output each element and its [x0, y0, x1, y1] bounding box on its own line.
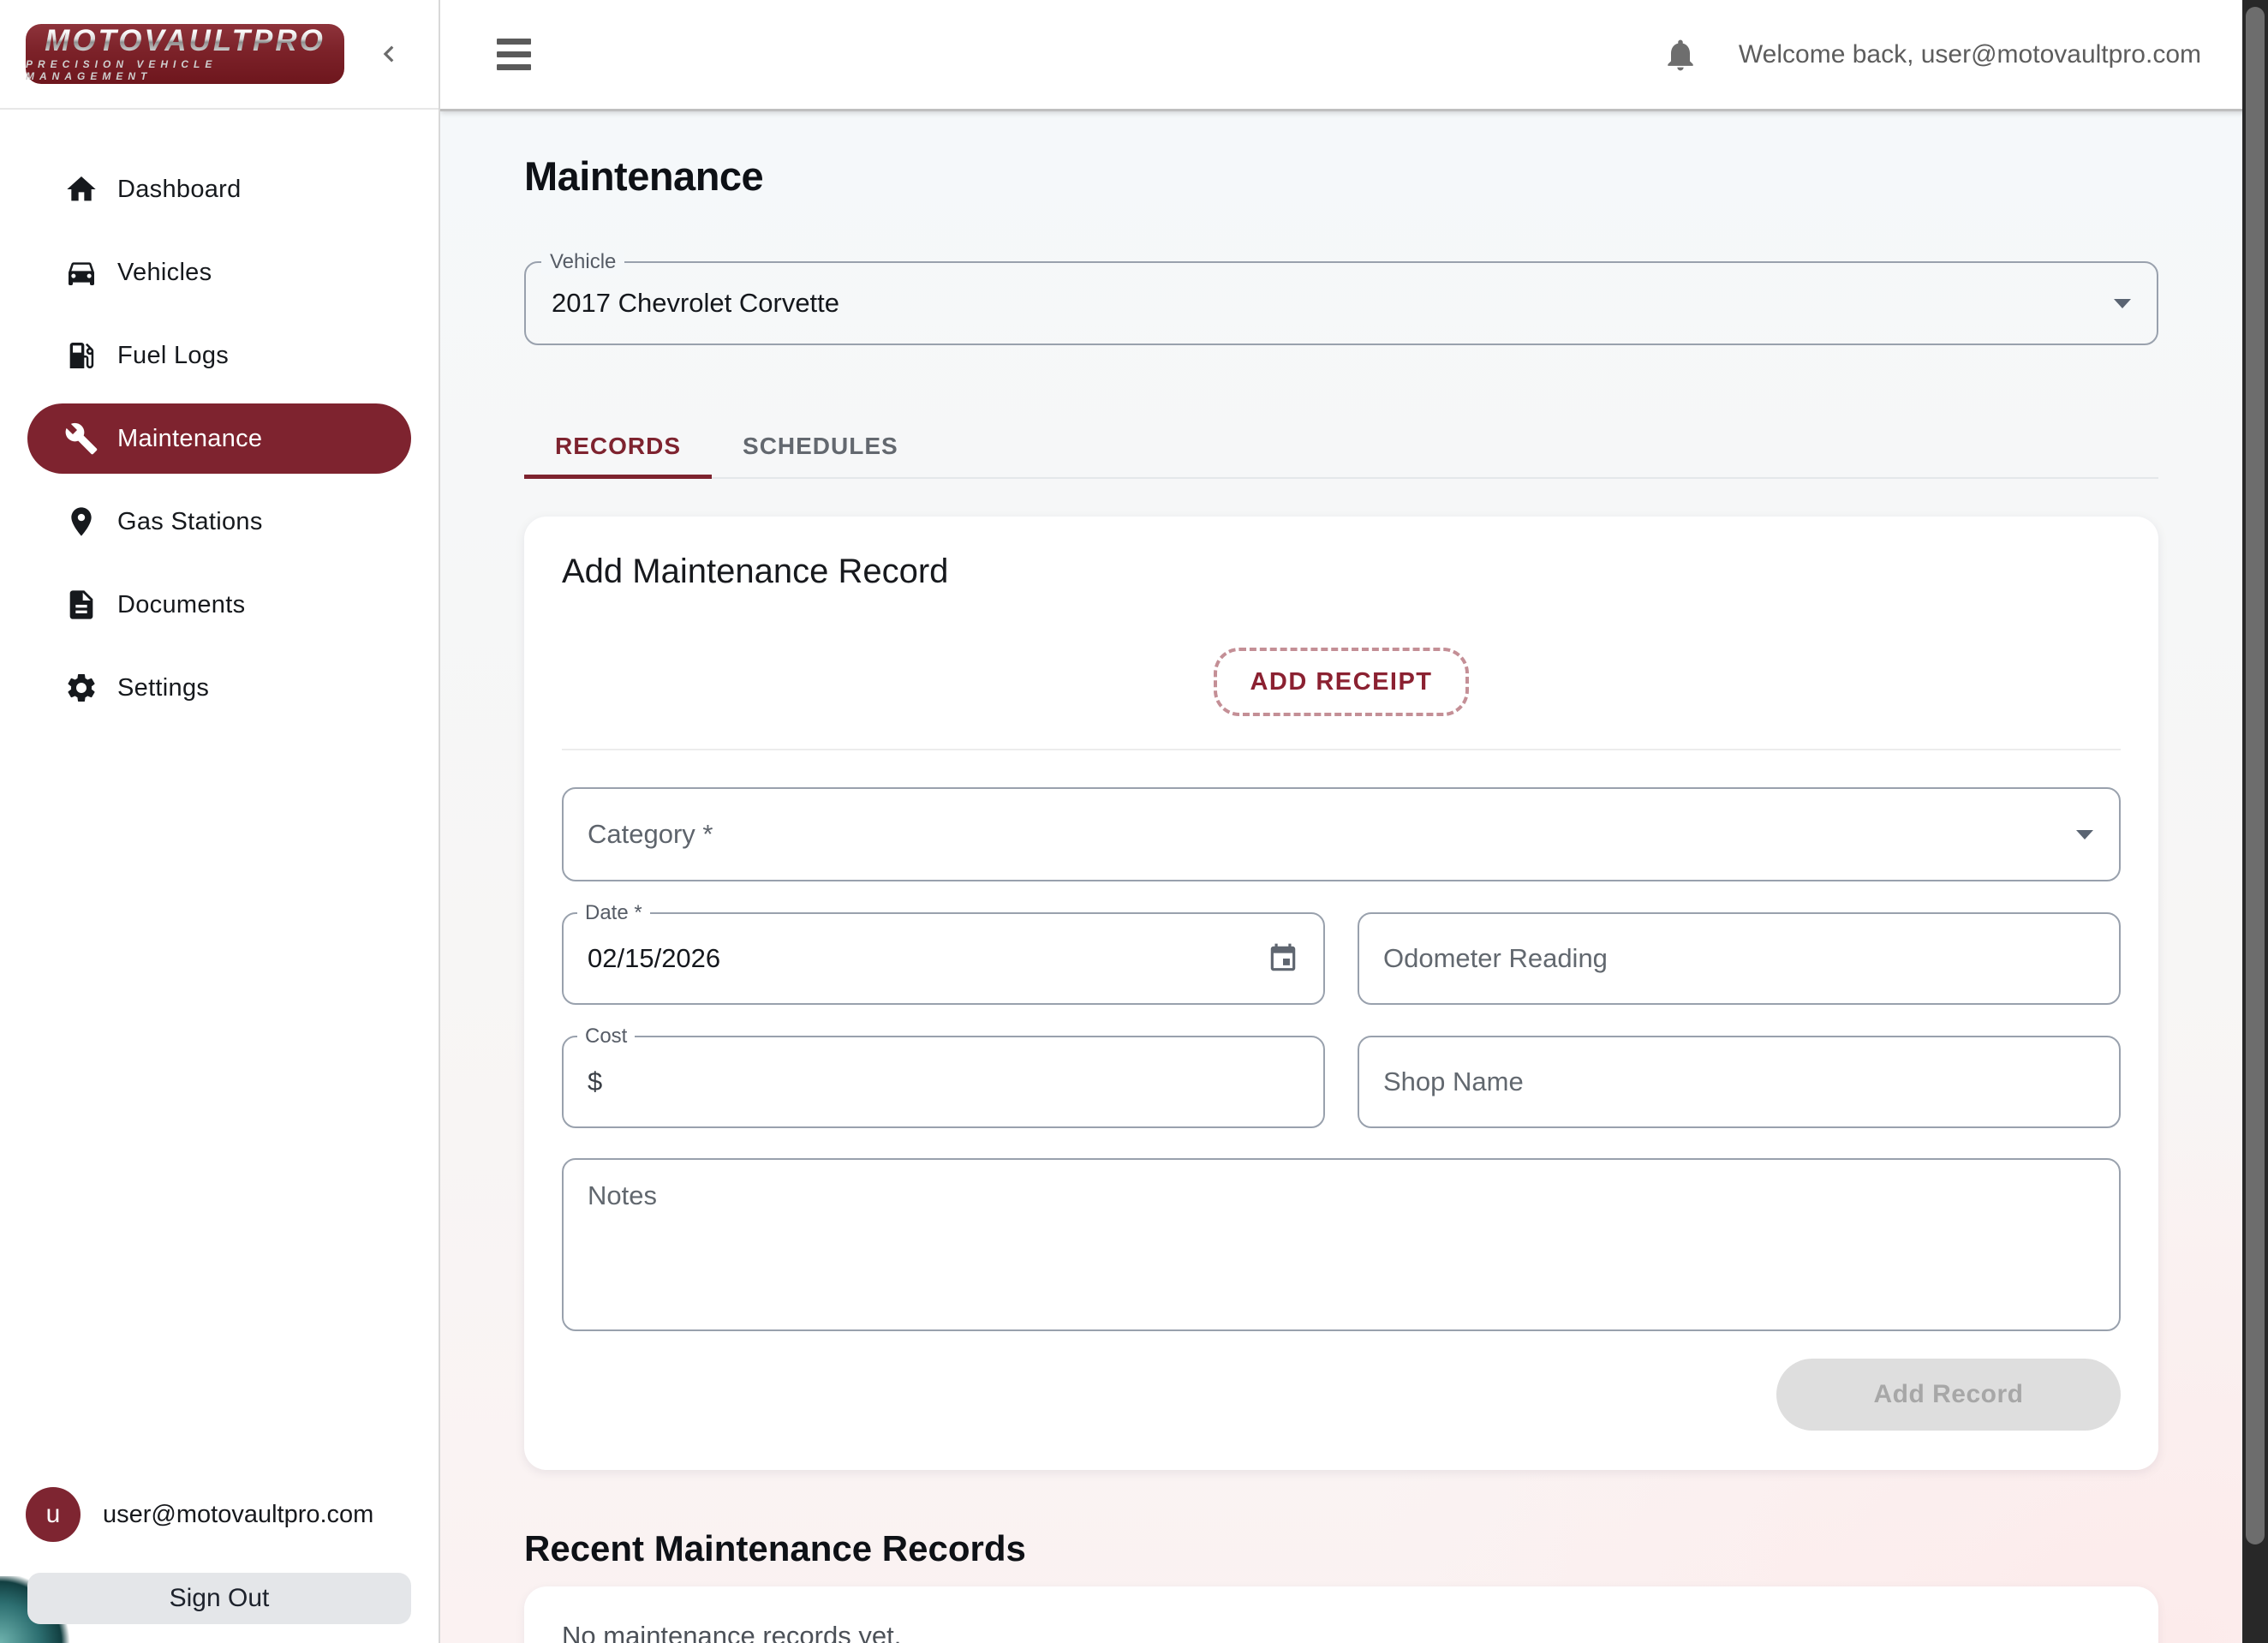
- sidebar-item-fuel-logs[interactable]: Fuel Logs: [27, 320, 411, 391]
- category-select-label: Category *: [588, 819, 713, 850]
- sidebar-item-label: Maintenance: [117, 425, 262, 453]
- welcome-message: Welcome back, user@motovaultpro.com: [1739, 40, 2201, 69]
- add-maintenance-record-card: Add Maintenance Record ADD RECEIPT Categ…: [524, 517, 2158, 1470]
- vehicle-select-label: Vehicle: [541, 250, 624, 275]
- sidebar-item-label: Gas Stations: [117, 508, 263, 536]
- sidebar-item-label: Vehicles: [117, 259, 212, 287]
- notes-input[interactable]: [588, 1180, 2095, 1309]
- sidebar-item-label: Fuel Logs: [117, 342, 229, 370]
- sidebar-header: MOTOVAULTPRO PRECISION VEHICLE MANAGEMEN…: [0, 0, 439, 110]
- odometer-input[interactable]: [1383, 943, 2095, 974]
- tab-schedules[interactable]: SCHEDULES: [712, 415, 929, 477]
- sidebar-item-dashboard[interactable]: Dashboard: [27, 154, 411, 224]
- notifications-bell-icon[interactable]: [1662, 36, 1699, 74]
- document-icon: [64, 588, 98, 622]
- cost-field: Cost $: [562, 1036, 1325, 1128]
- home-icon: [64, 172, 98, 206]
- vehicle-select[interactable]: Vehicle 2017 Chevrolet Corvette: [524, 261, 2158, 345]
- tab-records[interactable]: RECORDS: [524, 415, 712, 477]
- shop-name-input[interactable]: [1383, 1066, 2095, 1097]
- sidebar-item-label: Settings: [117, 674, 209, 702]
- map-pin-icon: [64, 505, 98, 539]
- odometer-field: [1358, 912, 2121, 1005]
- sign-out-button[interactable]: Sign Out: [27, 1573, 411, 1624]
- shop-name-field: [1358, 1036, 2121, 1128]
- main-area: Welcome back, user@motovaultpro.com Main…: [440, 0, 2268, 1643]
- chevron-down-icon: [2114, 299, 2131, 308]
- sidebar-item-label: Dashboard: [117, 176, 242, 204]
- topbar-right: Welcome back, user@motovaultpro.com: [1662, 36, 2201, 74]
- hamburger-menu-icon[interactable]: [497, 39, 531, 70]
- car-icon: [64, 255, 98, 290]
- brand-logo: MOTOVAULTPRO PRECISION VEHICLE MANAGEMEN…: [26, 24, 344, 84]
- date-input[interactable]: [588, 943, 1255, 974]
- sidebar-item-vehicles[interactable]: Vehicles: [27, 237, 411, 308]
- cost-input[interactable]: [607, 1066, 1299, 1097]
- sidebar-item-maintenance[interactable]: Maintenance: [27, 403, 411, 474]
- sidebar-item-documents[interactable]: Documents: [27, 570, 411, 640]
- sidebar-nav: Dashboard Vehicles Fuel Logs Maintenance Gas…: [0, 110, 439, 723]
- app-root: MOTOVAULTPRO PRECISION VEHICLE MANAGEMEN…: [0, 0, 2268, 1643]
- empty-records-message: No maintenance records yet.: [562, 1621, 2121, 1643]
- page-title: Maintenance: [524, 152, 2158, 200]
- notes-field: [562, 1158, 2121, 1331]
- brand-tagline: PRECISION VEHICLE MANAGEMENT: [26, 58, 344, 82]
- brand-title: MOTOVAULTPRO: [45, 26, 325, 56]
- wrench-icon: [64, 421, 98, 456]
- date-field: Date *: [562, 912, 1325, 1005]
- sidebar-item-label: Documents: [117, 591, 245, 619]
- recent-records-card: No maintenance records yet.: [524, 1586, 2158, 1643]
- add-record-button[interactable]: Add Record: [1776, 1359, 2121, 1431]
- sidebar-user-row: u user@motovaultpro.com: [0, 1487, 439, 1542]
- form-divider: [562, 749, 2121, 750]
- chevron-left-icon: [373, 38, 405, 70]
- chevron-down-icon: [2076, 830, 2093, 839]
- page-scrollbar-thumb[interactable]: [2246, 7, 2265, 1544]
- form-title: Add Maintenance Record: [562, 553, 2121, 591]
- add-receipt-button[interactable]: ADD RECEIPT: [1214, 648, 1468, 716]
- tabs-bar: RECORDS SCHEDULES: [524, 415, 2158, 479]
- sidebar-spacer: [0, 723, 439, 1487]
- page-content: Maintenance Vehicle 2017 Chevrolet Corve…: [440, 111, 2268, 1643]
- date-field-label: Date *: [577, 901, 650, 926]
- category-select[interactable]: Category *: [562, 787, 2121, 881]
- fuel-pump-icon: [64, 338, 98, 373]
- sidebar-item-gas-stations[interactable]: Gas Stations: [27, 487, 411, 557]
- calendar-icon[interactable]: [1267, 942, 1299, 975]
- page-scrollbar-track[interactable]: [2242, 0, 2268, 1643]
- currency-prefix: $: [588, 1066, 602, 1097]
- recent-records-title: Recent Maintenance Records: [524, 1528, 2158, 1569]
- gear-icon: [64, 671, 98, 705]
- sidebar-item-settings[interactable]: Settings: [27, 653, 411, 723]
- vehicle-select-value: 2017 Chevrolet Corvette: [552, 288, 839, 319]
- topbar: Welcome back, user@motovaultpro.com: [440, 0, 2268, 111]
- submit-row: Add Record: [562, 1359, 2121, 1431]
- form-grid: Date * Cost $: [562, 912, 2121, 1128]
- avatar: u: [26, 1487, 81, 1542]
- user-email: user@motovaultpro.com: [103, 1501, 373, 1529]
- cost-field-label: Cost: [577, 1025, 635, 1049]
- sidebar-collapse-button[interactable]: [368, 33, 409, 75]
- sidebar: MOTOVAULTPRO PRECISION VEHICLE MANAGEMEN…: [0, 0, 440, 1643]
- receipt-row: ADD RECEIPT: [562, 648, 2121, 716]
